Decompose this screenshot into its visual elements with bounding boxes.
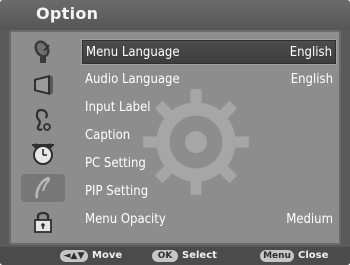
option-icon[interactable] <box>21 174 65 202</box>
audio-icon[interactable] <box>21 106 65 134</box>
menu-item-menu-language[interactable]: Menu Language English <box>81 39 337 65</box>
option-list: Menu Language English Audio Language Eng… <box>81 32 337 243</box>
menu-item-pc-setting[interactable]: PC Setting <box>81 151 337 177</box>
ok-key-icon: OK <box>152 250 178 262</box>
menu-item-label: Caption <box>85 128 131 143</box>
menu-item-menu-opacity[interactable]: Menu Opacity Medium <box>81 207 337 233</box>
menu-panel: Menu Language English Audio Language Eng… <box>9 30 341 245</box>
menu-item-caption[interactable]: Caption <box>81 123 337 149</box>
menu-item-label: PC Setting <box>85 156 146 171</box>
menu-item-label: Menu Opacity <box>85 212 166 227</box>
lock-icon[interactable] <box>21 208 65 236</box>
menu-item-label: PIP Setting <box>85 184 149 199</box>
menu-item-value: Medium <box>286 212 333 227</box>
satellite-dish-icon[interactable] <box>21 38 65 66</box>
menu-item-label: Audio Language <box>85 72 180 87</box>
menu-key-icon: Menu <box>260 250 294 262</box>
page-title: Option <box>36 4 99 23</box>
alarm-clock-icon[interactable] <box>21 140 65 168</box>
menu-header: Option <box>0 0 350 30</box>
key-hint-bar: ◄▲▼ Move OK Select Menu Close <box>0 247 350 265</box>
move-key-icon: ◄▲▼ <box>60 250 88 262</box>
osd-menu: Option Menu Language English Audio Langu… <box>0 0 350 265</box>
menu-item-value: English <box>289 45 332 60</box>
move-hint: Move <box>92 250 123 261</box>
menu-item-label: Input Label <box>85 100 151 115</box>
menu-item-pip-setting[interactable]: PIP Setting <box>81 179 337 205</box>
select-hint: Select <box>182 250 217 261</box>
category-sidebar <box>11 32 75 243</box>
menu-item-input-label[interactable]: Input Label <box>81 95 337 121</box>
menu-item-label: Menu Language <box>86 45 180 60</box>
menu-item-value: English <box>290 72 333 87</box>
menu-item-audio-language[interactable]: Audio Language English <box>81 67 337 93</box>
close-hint: Close <box>298 250 329 261</box>
picture-icon[interactable] <box>21 72 65 100</box>
